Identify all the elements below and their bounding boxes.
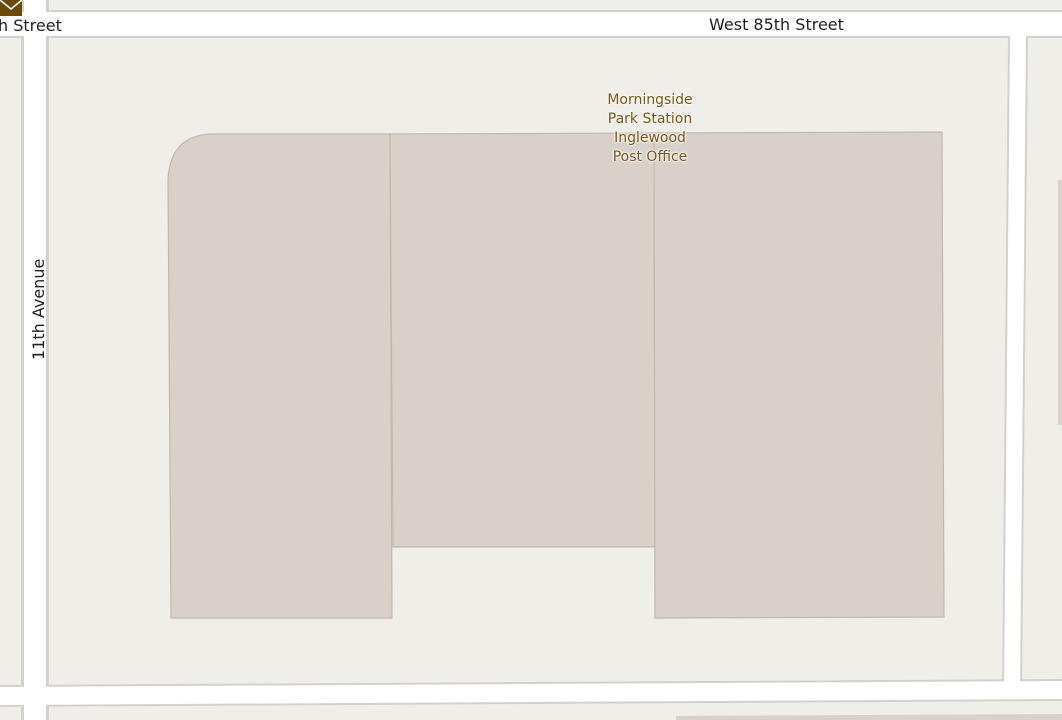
map-canvas[interactable]: h Street West 85th Street 11th Avenue [0,0,1062,720]
east-road[interactable] [1004,33,1026,696]
envelope-icon[interactable] [0,0,22,16]
poi-label-line: Park Station [607,111,693,127]
poi-label-line: Morningside [607,92,693,108]
post-office-label[interactable]: Morningside Park Station Inglewood Post … [595,91,705,167]
poi-label-line: Inglewood [614,130,686,146]
street-label-north-fragment: h Street [0,16,62,35]
building-center[interactable] [389,132,656,548]
poi-label-line: Post Office [612,149,688,165]
map-view[interactable]: h Street West 85th Street 11th Avenue Mo… [0,0,1062,720]
street-label-11th-avenue: 11th Avenue [29,259,48,360]
building-west[interactable] [167,133,393,619]
south-road[interactable] [0,681,1062,705]
street-label-west-85th: West 85th Street [709,15,844,34]
building-east[interactable] [653,131,945,619]
edge-building-east [1058,180,1062,425]
